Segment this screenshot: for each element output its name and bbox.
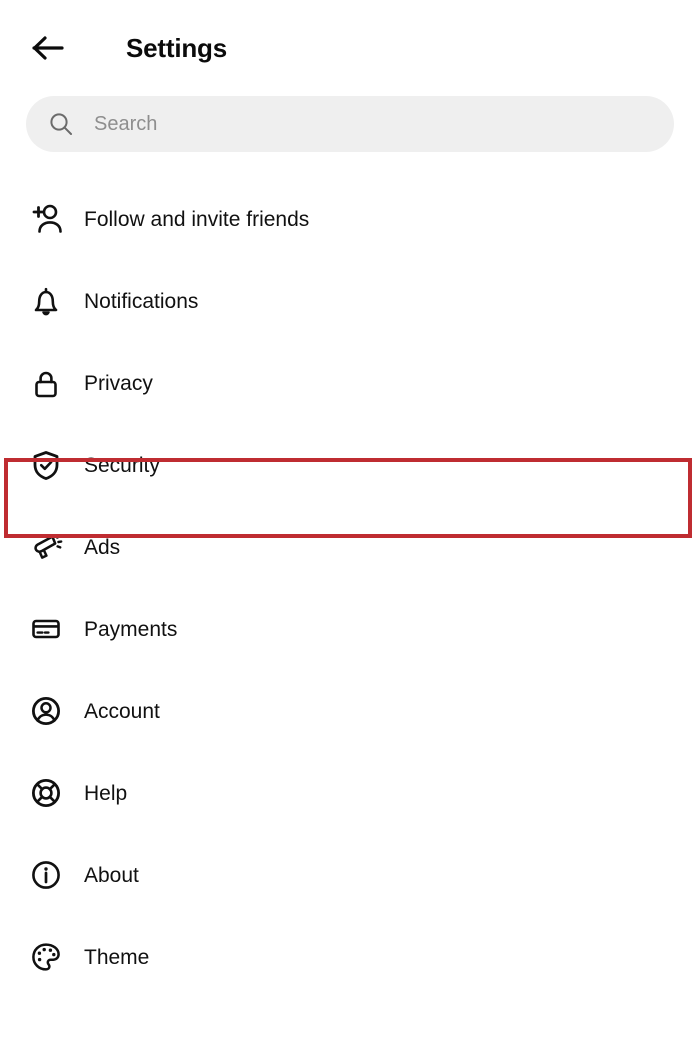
search-input[interactable]: Search [26, 96, 674, 152]
palette-icon [26, 937, 66, 977]
list-item-label: About [84, 863, 139, 887]
list-item-account[interactable]: Account [0, 670, 700, 752]
person-add-icon [26, 199, 66, 239]
list-item-notifications[interactable]: Notifications [0, 260, 700, 342]
lifebuoy-icon [26, 773, 66, 813]
list-item-security[interactable]: Security [0, 424, 700, 506]
list-item-label: Follow and invite friends [84, 207, 310, 231]
list-item-follow-and-invite-friends[interactable]: Follow and invite friends [0, 178, 700, 260]
search-placeholder: Search [94, 113, 158, 135]
person-circle-icon [26, 691, 66, 731]
list-item-payments[interactable]: Payments [0, 588, 700, 670]
page-title: Settings [126, 33, 227, 63]
lock-icon [26, 363, 66, 403]
settings-list: Follow and invite friends Notifications … [0, 178, 700, 998]
list-item-label: Security [84, 453, 160, 477]
list-item-theme[interactable]: Theme [0, 916, 700, 998]
shield-check-icon [26, 445, 66, 485]
app-header: Settings [0, 0, 700, 96]
arrow-left-icon [32, 36, 64, 60]
bell-icon [26, 281, 66, 321]
credit-card-icon [26, 609, 66, 649]
list-item-ads[interactable]: Ads [0, 506, 700, 588]
megaphone-icon [26, 527, 66, 567]
info-circle-icon [26, 855, 66, 895]
list-item-label: Account [84, 699, 160, 723]
list-item-label: Help [84, 781, 128, 805]
list-item-about[interactable]: About [0, 834, 700, 916]
list-item-label: Ads [84, 535, 121, 559]
list-item-help[interactable]: Help [0, 752, 700, 834]
list-item-label: Notifications [84, 289, 199, 313]
list-item-label: Payments [84, 617, 178, 641]
list-item-label: Privacy [84, 371, 153, 395]
list-item-label: Theme [84, 945, 150, 969]
search-section: Search [0, 96, 700, 152]
search-icon [50, 113, 72, 135]
list-item-privacy[interactable]: Privacy [0, 342, 700, 424]
back-button[interactable] [26, 26, 70, 70]
